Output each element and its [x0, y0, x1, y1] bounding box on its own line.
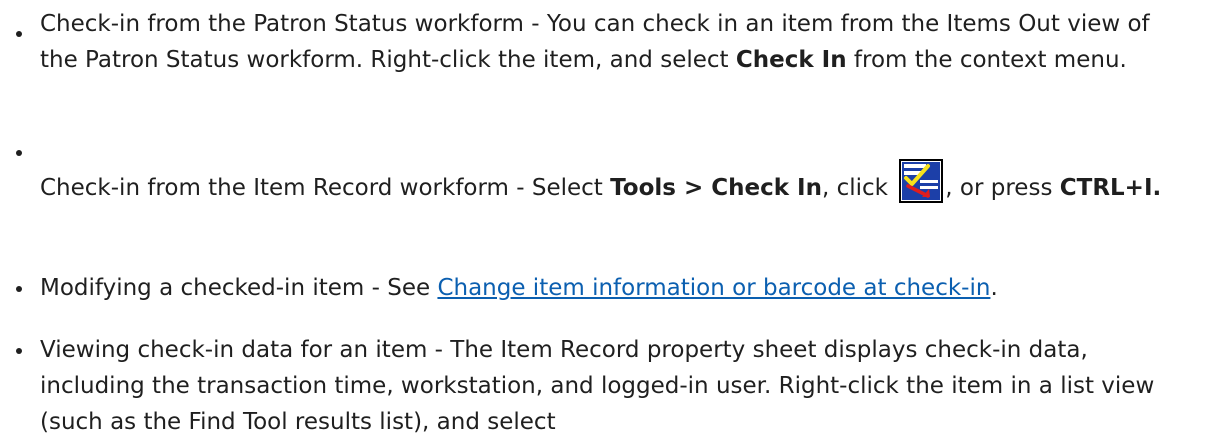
list-item-text: Check-in from the Item Record workform -…	[40, 158, 1190, 207]
check-in-tool-icon	[899, 158, 944, 203]
text-run: from the context menu.	[846, 47, 1127, 73]
check-in-icon-graphic	[902, 161, 941, 200]
list-item-text: Modifying a checked-in item - See Change…	[40, 270, 1190, 306]
list-item-text: Check-in from the Patron Status workform…	[40, 6, 1190, 78]
text-run: .	[990, 275, 998, 301]
menu-path-tools-check-in: Tools > Check In	[610, 175, 822, 201]
menu-command-check-in: Check In	[735, 47, 847, 73]
text-run: Modifying a checked-in item - See	[40, 275, 438, 301]
text-run: , click	[821, 175, 896, 201]
change-item-information-link[interactable]: Change item information or barcode at ch…	[437, 275, 990, 301]
shortcut-ctrl-i: CTRL+I.	[1059, 175, 1162, 201]
text-run: , or press	[945, 175, 1060, 201]
text-run: Check-in from the Item Record workform -…	[40, 175, 611, 201]
document-body: Check-in from the Patron Status workform…	[0, 0, 1220, 442]
list-item-text: Viewing check-in data for an item - The …	[40, 337, 1155, 435]
bullet-dot	[16, 150, 22, 156]
bullet-dot	[16, 31, 22, 37]
bullet-dot	[16, 348, 22, 354]
bullet-dot	[16, 286, 22, 292]
